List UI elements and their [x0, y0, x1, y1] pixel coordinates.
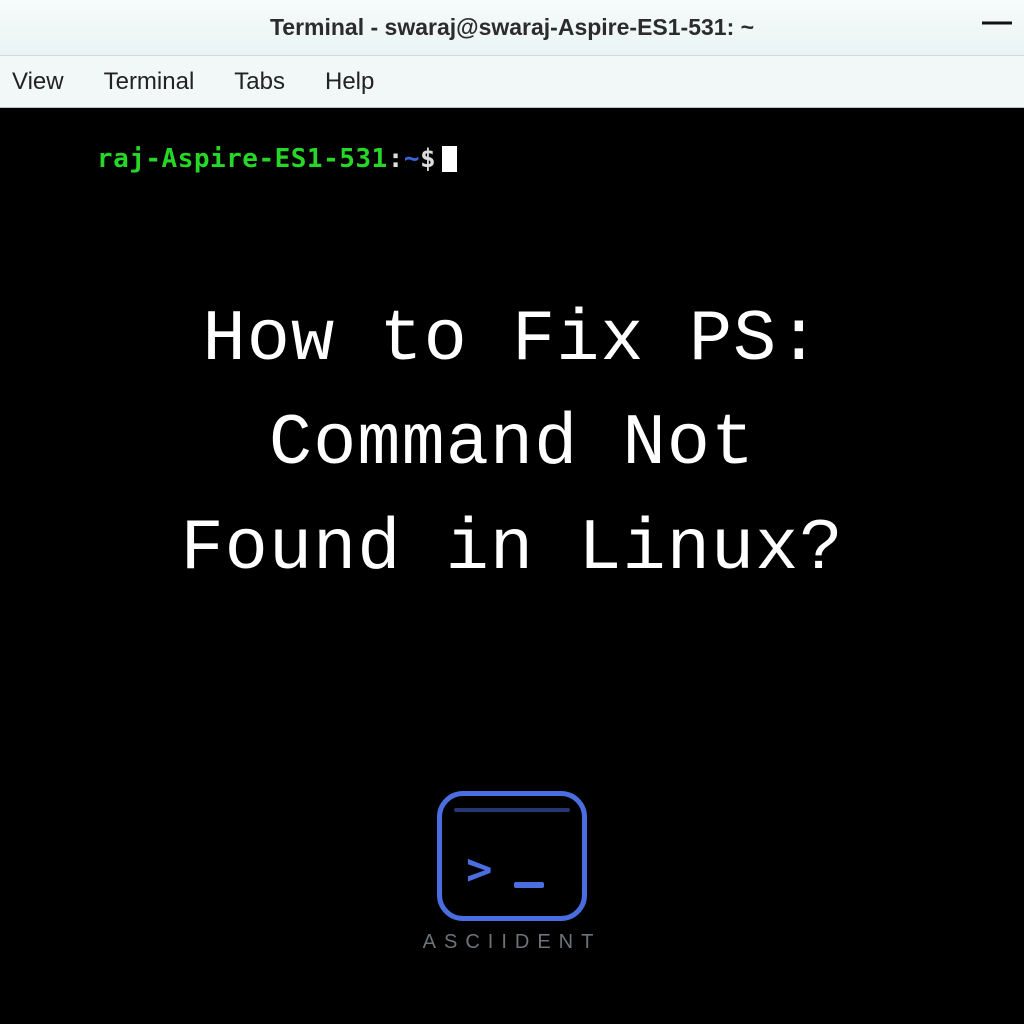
overlay-line-3: Found in Linux? — [0, 497, 1024, 601]
menubar: View Terminal Tabs Help — [0, 56, 1024, 108]
overlay-line-1: How to Fix PS: — [0, 288, 1024, 392]
prompt-separator: : — [388, 144, 404, 174]
prompt-dollar: $ — [420, 144, 436, 174]
overlay-headline: How to Fix PS: Command Not Found in Linu… — [0, 288, 1024, 601]
menu-terminal[interactable]: Terminal — [104, 68, 195, 96]
underscore-icon — [514, 882, 544, 888]
terminal-window: Terminal - swaraj@swaraj-Aspire-ES1-531:… — [0, 0, 1024, 1024]
brand-name: ASCIIDENT — [423, 931, 602, 954]
prompt-icon: > — [466, 844, 493, 895]
prompt-path: ~ — [404, 144, 420, 174]
prompt-line: raj-Aspire-ES1-531:~$ — [0, 114, 457, 204]
prompt-host: raj-Aspire-ES1-531 — [97, 144, 388, 174]
menu-tabs[interactable]: Tabs — [234, 68, 285, 96]
titlebar: Terminal - swaraj@swaraj-Aspire-ES1-531:… — [0, 0, 1024, 56]
brand-logo: > ASCIIDENT — [0, 791, 1024, 954]
overlay-line-2: Command Not — [0, 392, 1024, 496]
terminal-icon: > — [437, 791, 587, 921]
menu-help[interactable]: Help — [325, 68, 374, 96]
terminal-area[interactable]: raj-Aspire-ES1-531:~$ How to Fix PS: Com… — [0, 108, 1024, 1024]
menu-view[interactable]: View — [12, 68, 64, 96]
cursor-block — [442, 146, 457, 172]
window-title: Terminal - swaraj@swaraj-Aspire-ES1-531:… — [270, 14, 754, 41]
